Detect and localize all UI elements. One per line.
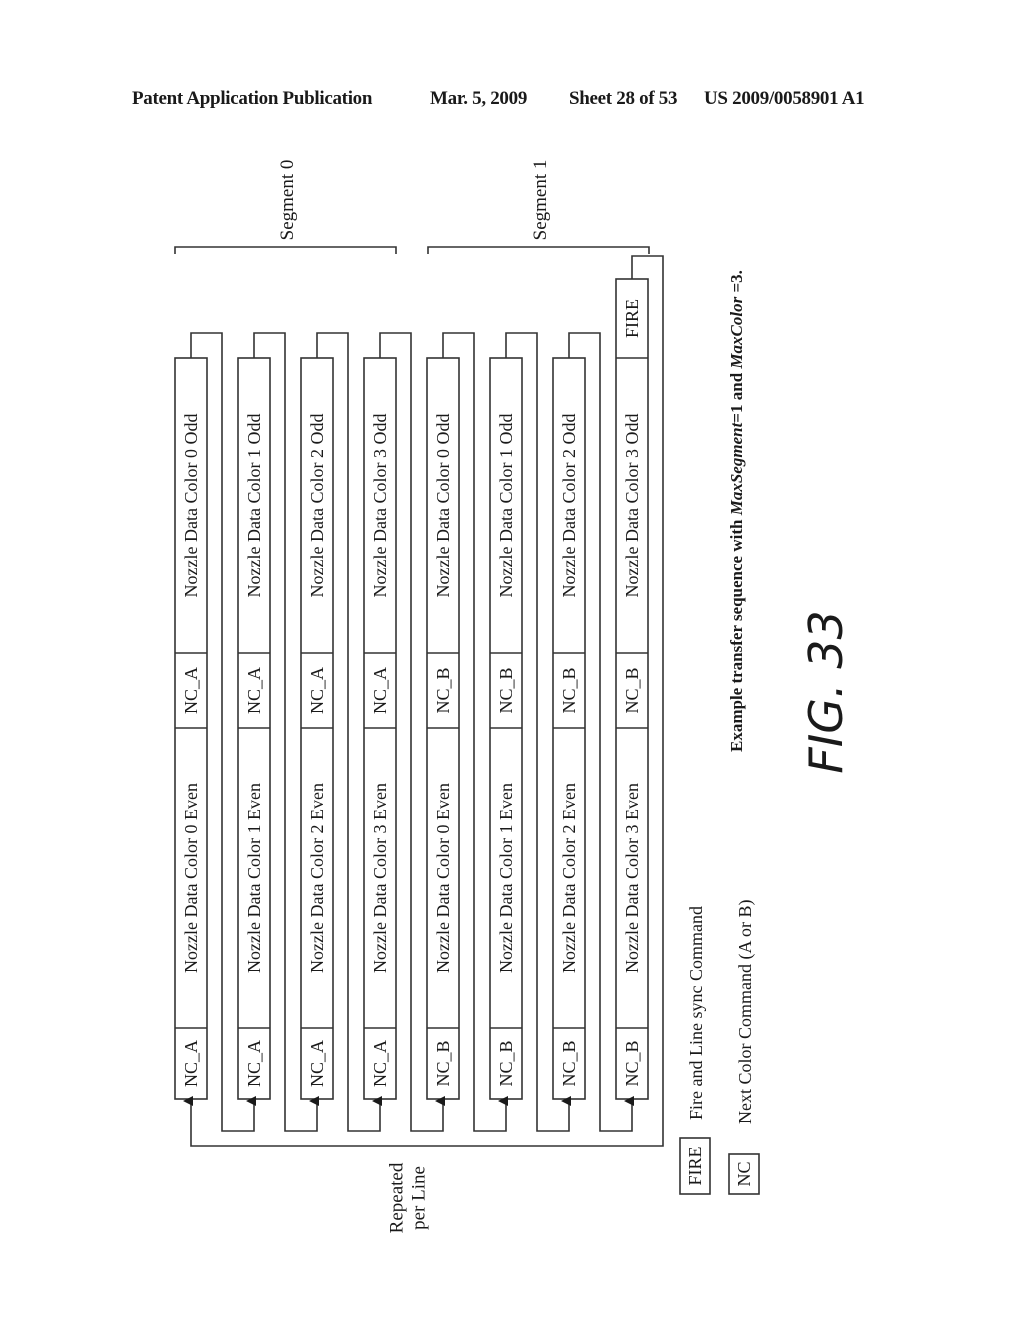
figure-caption: Example transfer sequence with MaxSegmen…	[727, 270, 746, 752]
segment-label: Segment 1	[530, 160, 551, 241]
next-color-cell: NC_A	[307, 667, 327, 714]
next-color-cell: NC_B	[433, 1040, 453, 1086]
even-data-cell: Nozzle Data Color 1 Even	[496, 783, 516, 973]
next-color-cell: NC_A	[370, 667, 390, 714]
next-color-cell: NC_A	[307, 1040, 327, 1087]
next-color-cell: NC_B	[496, 1040, 516, 1086]
segment-bracket: Segment 0	[174, 160, 397, 254]
next-color-cell: NC_A	[370, 1040, 390, 1087]
next-color-cell: NC_A	[181, 1040, 201, 1087]
sequence-column: FIRE Nozzle Data Color 3 Odd NC_B Nozzle Da…	[615, 278, 649, 1100]
even-data-cell: Nozzle Data Color 3 Even	[370, 783, 390, 973]
odd-data-cell: Nozzle Data Color 0 Odd	[433, 414, 453, 598]
odd-data-cell: Nozzle Data Color 1 Odd	[496, 414, 516, 598]
odd-data-cell: Nozzle Data Color 3 Odd	[622, 414, 642, 598]
odd-data-cell: Nozzle Data Color 2 Odd	[559, 414, 579, 598]
even-data-cell: Nozzle Data Color 0 Even	[433, 783, 453, 973]
transfer-sequence-diagram: Segment 0 Segment 1 Nozzle Data Color 0 O…	[174, 160, 853, 1233]
legend-key: NC	[734, 1161, 754, 1186]
sequence-column: Nozzle Data Color 0 Odd NC_B Nozzle Data C…	[426, 357, 460, 1100]
legend-description: Next Color Command (A or B)	[735, 900, 756, 1124]
sequence-column: Nozzle Data Color 3 Odd NC_A Nozzle Data C…	[363, 357, 397, 1100]
repeat-label-line2: per Line	[409, 1166, 430, 1230]
next-color-cell: NC_A	[244, 667, 264, 714]
next-color-cell: NC_B	[622, 667, 642, 713]
next-color-cell: NC_B	[496, 667, 516, 713]
even-data-cell: Nozzle Data Color 2 Even	[559, 783, 579, 973]
segment-bracket: Segment 1	[427, 160, 650, 254]
next-color-cell: NC_B	[559, 1040, 579, 1086]
legend-key: FIRE	[685, 1146, 705, 1185]
figure-label: FIG. 33	[799, 610, 853, 773]
next-color-cell: NC_A	[181, 667, 201, 714]
next-color-cell: NC_B	[622, 1040, 642, 1086]
even-data-cell: Nozzle Data Color 1 Even	[244, 783, 264, 973]
next-color-cell: NC_B	[559, 667, 579, 713]
odd-data-cell: Nozzle Data Color 3 Odd	[370, 414, 390, 598]
sequence-column: Nozzle Data Color 1 Odd NC_A Nozzle Data C…	[237, 357, 271, 1100]
sequence-column: Nozzle Data Color 1 Odd NC_B Nozzle Data C…	[489, 357, 523, 1100]
even-data-cell: Nozzle Data Color 0 Even	[181, 783, 201, 973]
segment-label: Segment 0	[277, 160, 298, 241]
sequence-column: Nozzle Data Color 2 Odd NC_A Nozzle Data C…	[300, 357, 334, 1100]
even-data-cell: Nozzle Data Color 3 Even	[622, 783, 642, 973]
odd-data-cell: Nozzle Data Color 0 Odd	[181, 414, 201, 598]
even-data-cell: Nozzle Data Color 2 Even	[307, 783, 327, 973]
sequence-column: Nozzle Data Color 2 Odd NC_B Nozzle Data C…	[552, 357, 586, 1100]
legend-item: FIRE Fire and Line sync Command	[679, 906, 711, 1195]
next-color-cell: NC_B	[433, 667, 453, 713]
legend-item: NC Next Color Command (A or B)	[728, 900, 760, 1195]
odd-data-cell: Nozzle Data Color 1 Odd	[244, 414, 264, 598]
next-color-cell: NC_A	[244, 1040, 264, 1087]
odd-data-cell: Nozzle Data Color 2 Odd	[307, 414, 327, 598]
fire-command-cell: FIRE	[622, 299, 642, 338]
sequence-column: Nozzle Data Color 0 Odd NC_A Nozzle Data C…	[174, 357, 208, 1100]
legend-description: Fire and Line sync Command	[686, 906, 706, 1120]
repeat-label-line1: Repeated	[387, 1162, 408, 1233]
